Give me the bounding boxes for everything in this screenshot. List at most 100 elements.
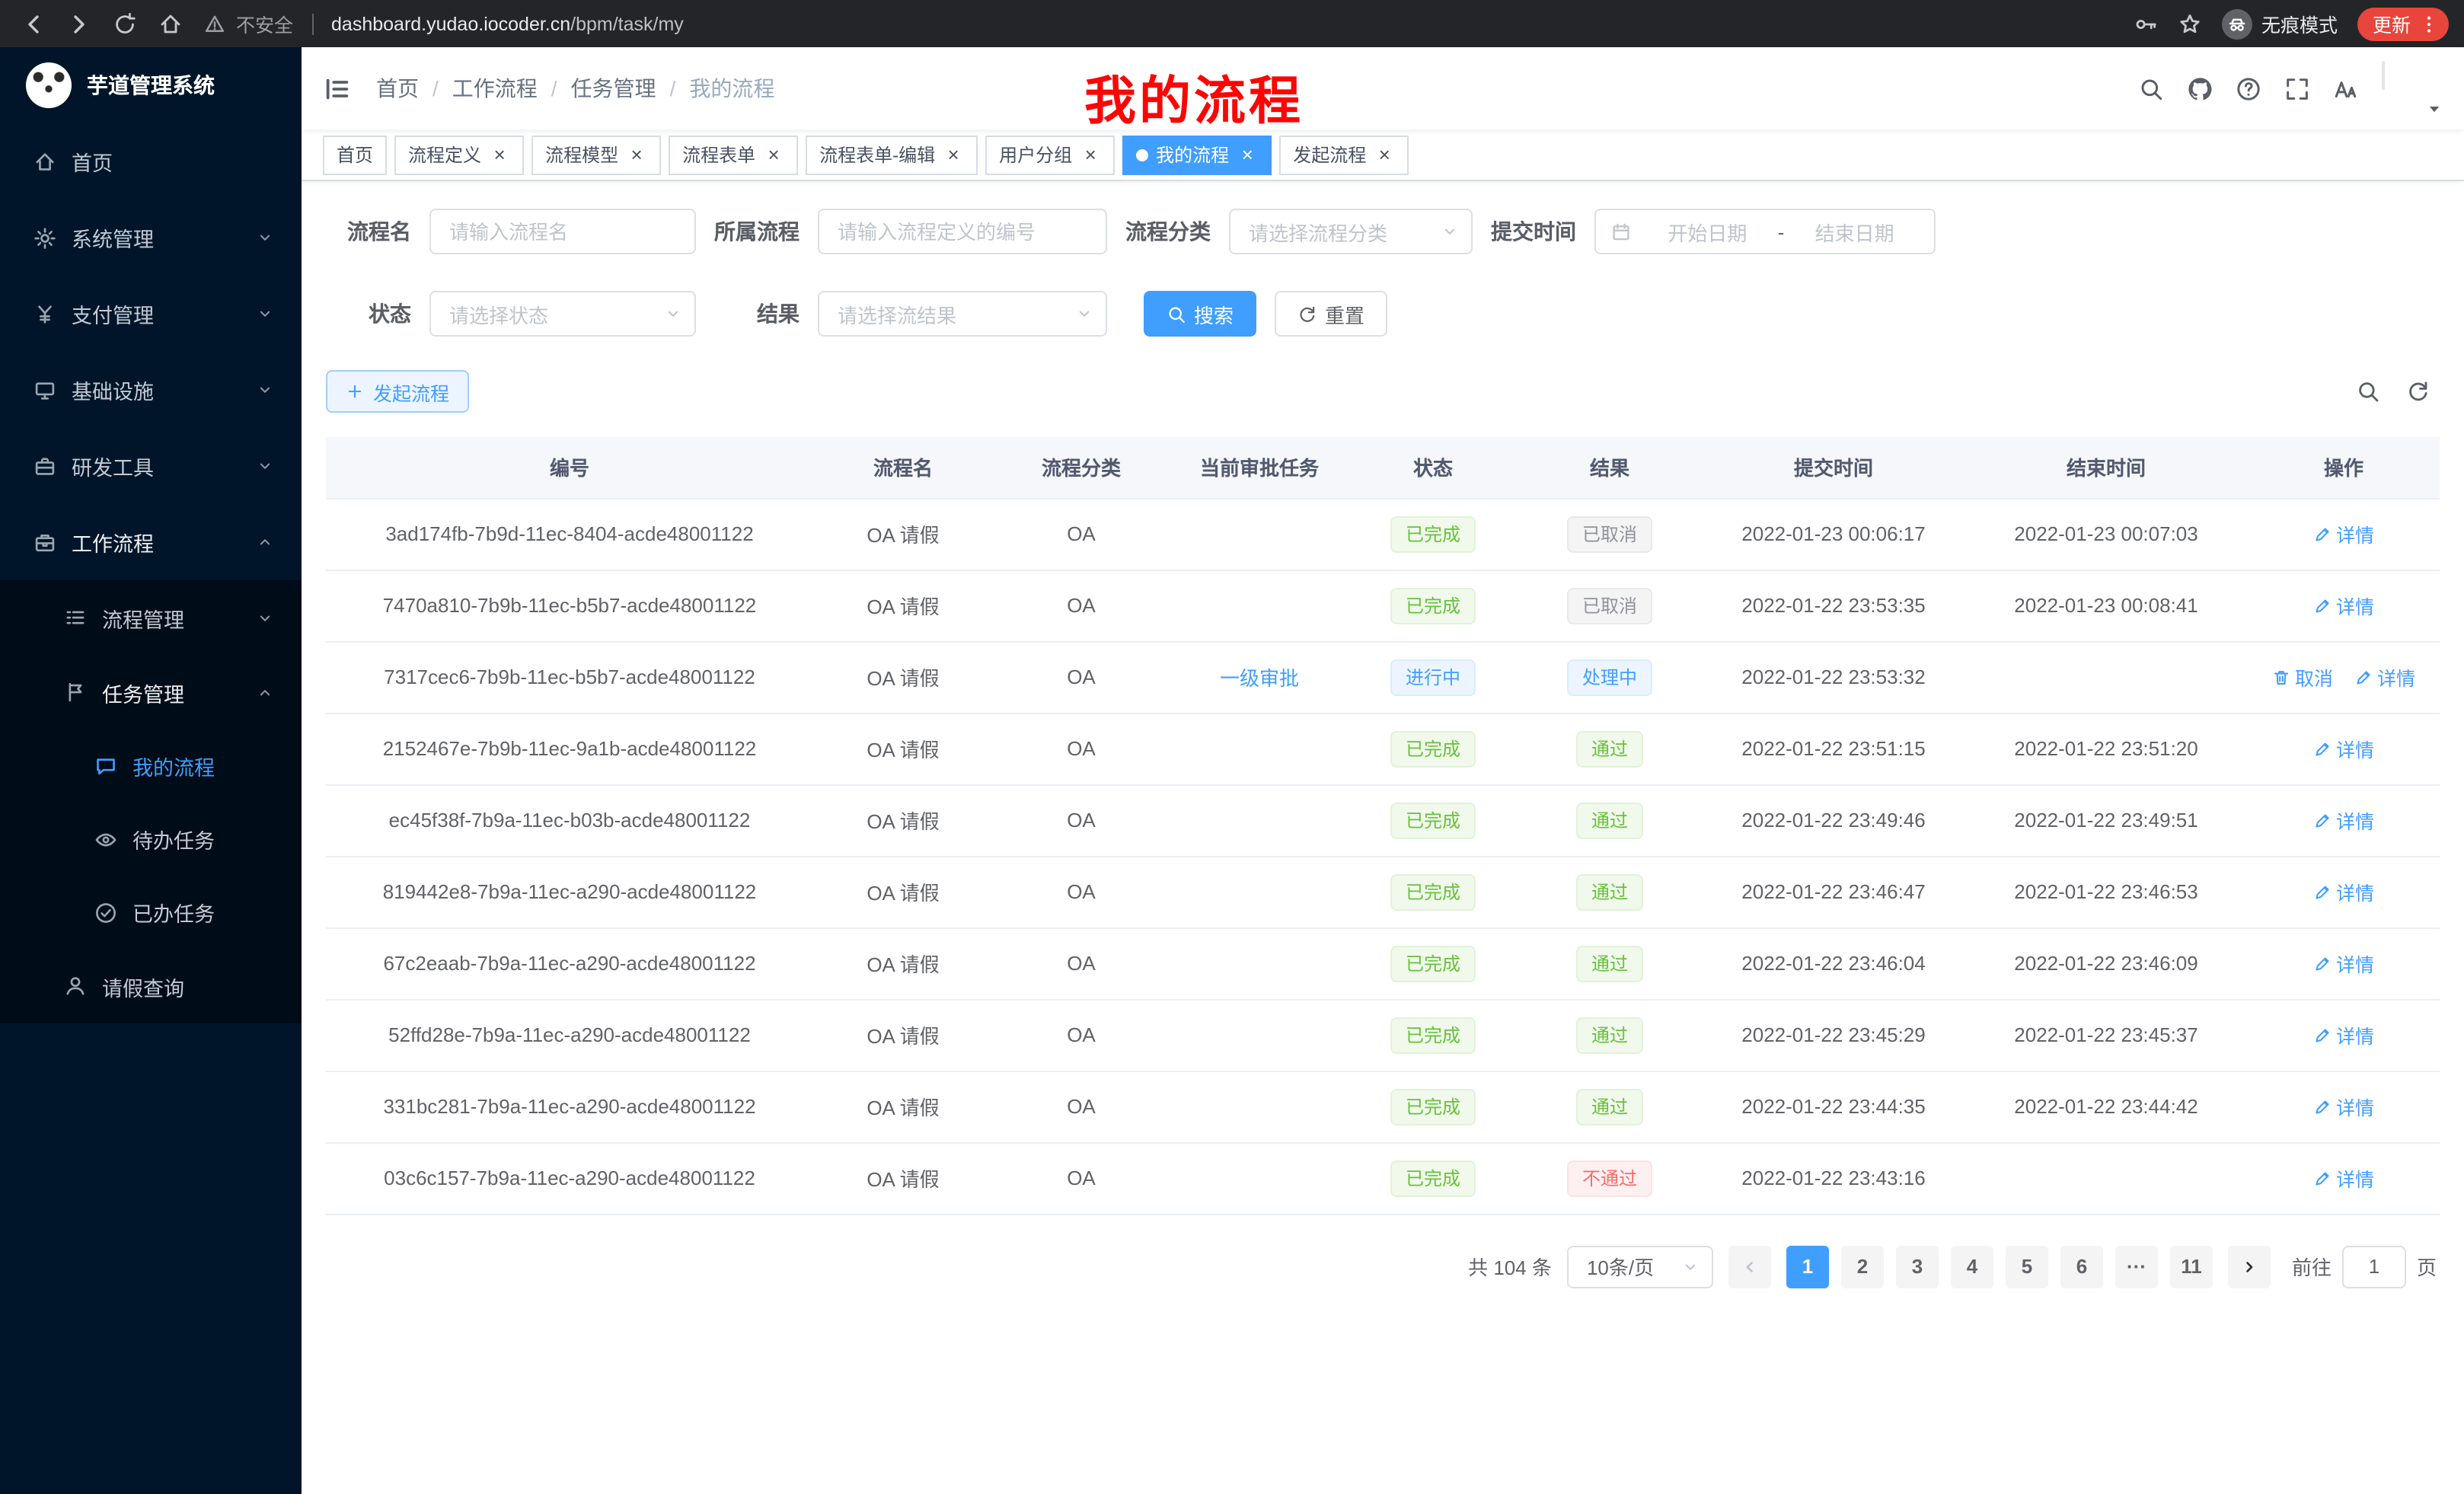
detail-action-link[interactable]: 详情 [2313, 1020, 2374, 1049]
tab[interactable]: 我的流程× [1122, 135, 1272, 174]
browser-chrome: 不安全 dashboard.yudao.iocoder.cn/bpm/task/… [0, 0, 2464, 47]
page-number-button[interactable]: 1 [1786, 1245, 1829, 1288]
bookmark-star-icon[interactable] [2178, 11, 2202, 36]
page-number-button[interactable]: 2 [1841, 1245, 1884, 1288]
tab[interactable]: 首页 [323, 135, 387, 174]
breadcrumb-item[interactable]: 工作流程 [452, 73, 538, 104]
forward-icon[interactable] [67, 11, 91, 36]
detail-action-link[interactable]: 详情 [2313, 1164, 2374, 1192]
url-text[interactable]: dashboard.yudao.iocoder.cn/bpm/task/my [331, 13, 684, 34]
tab-close-icon[interactable]: × [943, 144, 964, 165]
pager-more-button[interactable]: ··· [2115, 1245, 2158, 1288]
browser-home-icon[interactable] [158, 11, 183, 36]
current-task-link[interactable]: 一级审批 [1220, 667, 1299, 690]
toggle-search-icon[interactable] [2356, 379, 2380, 404]
breadcrumb-item[interactable]: 首页 [376, 73, 419, 104]
browser-menu-dots-icon[interactable] [2418, 13, 2440, 34]
cell-category: OA [993, 856, 1170, 927]
back-icon[interactable] [21, 11, 46, 36]
create-process-button[interactable]: 发起流程 [326, 370, 469, 413]
user-avatar[interactable] [2382, 62, 2440, 114]
tab[interactable]: 用户分组× [985, 135, 1115, 174]
cell-result: 通过 [1517, 856, 1703, 927]
detail-action-link[interactable]: 详情 [2313, 591, 2374, 620]
goto-page-input[interactable] [2342, 1245, 2406, 1288]
tab[interactable]: 流程模型× [531, 135, 661, 174]
cancel-action-link[interactable]: 取消 [2272, 662, 2333, 691]
goto-label: 前往 [2292, 1252, 2332, 1281]
chat-icon [94, 755, 117, 777]
tab[interactable]: 流程定义× [394, 135, 524, 174]
tab-close-icon[interactable]: × [763, 144, 784, 165]
password-key-icon[interactable] [2134, 11, 2158, 36]
detail-action-link[interactable]: 详情 [2313, 877, 2374, 906]
tab-close-icon[interactable]: × [1237, 144, 1258, 165]
page-number-button[interactable]: 11 [2170, 1245, 2213, 1288]
fullscreen-icon[interactable] [2284, 75, 2310, 101]
hamburger-icon[interactable] [323, 74, 352, 103]
caret-down-icon[interactable] [2426, 101, 2443, 117]
tab-close-icon[interactable]: × [1374, 144, 1395, 165]
detail-action-link[interactable]: 详情 [2313, 519, 2374, 548]
status-select[interactable]: 请选择状态 [429, 291, 696, 337]
sidebar-item[interactable]: 我的流程 [0, 729, 302, 803]
sidebar-item[interactable]: 流程管理 [0, 580, 302, 655]
process-def-input[interactable] [818, 209, 1107, 254]
category-select[interactable]: 请选择流程分类 [1229, 209, 1473, 254]
security-label[interactable]: 不安全 [236, 9, 293, 38]
edit-icon [2313, 739, 2332, 758]
result-select[interactable]: 请选择流结果 [818, 291, 1107, 337]
refresh-table-icon[interactable] [2406, 379, 2430, 404]
detail-action-link[interactable]: 详情 [2313, 949, 2374, 978]
sidebar-item[interactable]: 任务管理 [0, 655, 302, 729]
submit-time-range-picker[interactable]: 开始日期 - 结束日期 [1594, 209, 1936, 254]
page-number-button[interactable]: 6 [2060, 1245, 2103, 1288]
sidebar-item[interactable]: 支付管理 [0, 276, 302, 352]
cell-actions: 详情 [2248, 784, 2440, 856]
detail-action-link[interactable]: 详情 [2354, 662, 2415, 691]
prev-page-button[interactable] [1728, 1245, 1771, 1288]
tab[interactable]: 流程表单-编辑× [806, 135, 978, 174]
next-page-button[interactable] [2228, 1245, 2271, 1288]
page-number-button[interactable]: 4 [1951, 1245, 1993, 1288]
tab-close-icon[interactable]: × [1080, 144, 1101, 165]
sidebar-item[interactable]: 工作流程 [0, 504, 302, 580]
chevron-down-icon [256, 305, 274, 323]
github-icon[interactable] [2187, 75, 2213, 101]
app-logo-row[interactable]: 芋道管理系统 [0, 47, 302, 123]
sidebar-item[interactable]: 已办任务 [0, 876, 302, 949]
sidebar-item[interactable]: 请假查询 [0, 949, 302, 1023]
result-badge: 通过 [1576, 1017, 1643, 1053]
page-number-button[interactable]: 5 [2006, 1245, 2048, 1288]
detail-action-link[interactable]: 详情 [2313, 734, 2374, 763]
cell-current-task [1170, 713, 1349, 784]
address-bar[interactable]: 不安全 dashboard.yudao.iocoder.cn/bpm/task/… [204, 9, 2134, 38]
sidebar-item[interactable]: 待办任务 [0, 803, 302, 876]
detail-action-link[interactable]: 详情 [2313, 1092, 2374, 1121]
browser-update-button[interactable]: 更新 [2357, 7, 2449, 40]
tab[interactable]: 流程表单× [669, 135, 798, 174]
page-number-button[interactable]: 3 [1896, 1245, 1939, 1288]
sidebar-item[interactable]: 研发工具 [0, 428, 302, 504]
process-name-input[interactable] [429, 209, 696, 254]
detail-action-link[interactable]: 详情 [2313, 806, 2374, 835]
sidebar-item[interactable]: 基础设施 [0, 352, 302, 428]
page-size-select[interactable]: 10条/页 [1567, 1245, 1713, 1288]
breadcrumb-item[interactable]: 任务管理 [571, 73, 656, 104]
question-icon[interactable] [2236, 75, 2261, 101]
done-icon [94, 901, 117, 924]
reload-icon[interactable] [113, 11, 137, 36]
sidebar-item[interactable]: 系统管理 [0, 200, 302, 276]
cell-submit-time: 2022-01-22 23:46:04 [1703, 927, 1964, 999]
search-button[interactable]: 搜索 [1144, 291, 1256, 337]
sidebar-item[interactable]: 首页 [0, 123, 302, 200]
tab-close-icon[interactable]: × [626, 144, 647, 165]
reset-button[interactable]: 重置 [1275, 291, 1387, 337]
font-size-icon[interactable] [2333, 75, 2359, 101]
tab[interactable]: 发起流程× [1279, 135, 1409, 174]
warning-icon[interactable] [204, 13, 225, 34]
status-badge: 已完成 [1390, 945, 1476, 982]
search-icon[interactable] [2138, 75, 2164, 101]
cell-actions: 取消详情 [2248, 641, 2440, 713]
tab-close-icon[interactable]: × [489, 144, 510, 165]
